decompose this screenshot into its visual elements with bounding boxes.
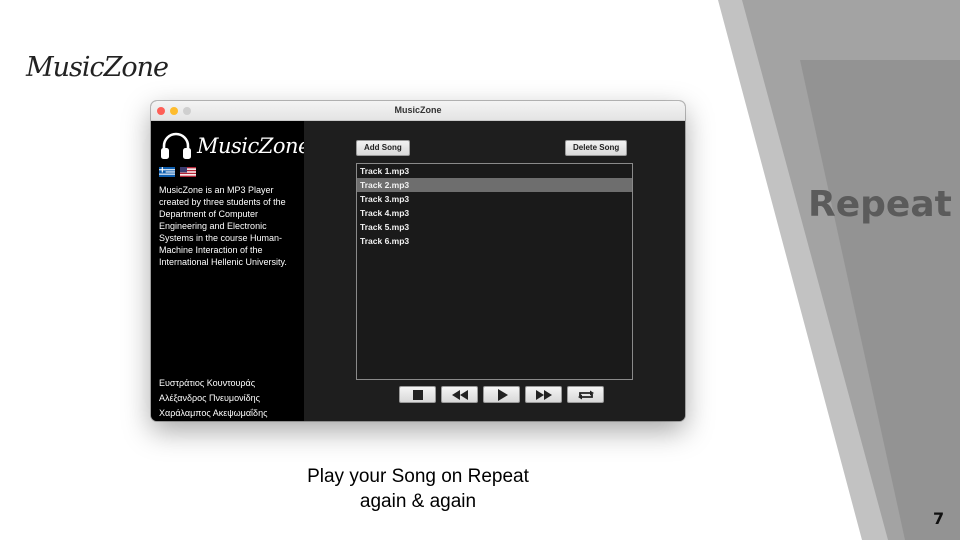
add-song-button[interactable]: Add Song [356, 140, 410, 156]
play-icon [497, 388, 508, 401]
fast-forward-button[interactable] [525, 386, 562, 403]
track-item-selected[interactable]: Track 2.mp3 [357, 178, 632, 192]
window-title: MusicZone [394, 105, 442, 115]
slide-logo: MusicZone [26, 52, 169, 83]
track-item[interactable]: Track 5.mp3 [357, 220, 632, 234]
author-name: Αλέξανδρος Πνευμονίδης [159, 393, 260, 403]
language-flags [159, 167, 201, 177]
greece-flag-icon[interactable] [159, 167, 175, 177]
page-number: 7 [933, 509, 945, 528]
fast-forward-icon [535, 389, 552, 400]
about-text: MusicZone is an MP3 Player created by th… [159, 185, 287, 267]
repeat-button[interactable] [567, 386, 604, 403]
title-bar[interactable]: MusicZone [151, 101, 685, 121]
app-brand: MusicZone [159, 131, 310, 161]
delete-song-button[interactable]: Delete Song [565, 140, 628, 156]
caption-line-1: Play your Song on Repeat [307, 466, 529, 487]
headphones-icon [161, 132, 191, 159]
track-item[interactable]: Track 6.mp3 [357, 234, 632, 248]
stop-icon [412, 389, 423, 400]
track-list[interactable]: Track 1.mp3 Track 2.mp3 Track 3.mp3 Trac… [356, 163, 633, 380]
caption: Play your Song on Repeat again & again [268, 464, 568, 514]
rewind-button[interactable] [441, 386, 478, 403]
app-title: MusicZone [197, 134, 310, 158]
app-window: MusicZone MusicZone MusicZone is an MP3 … [151, 101, 685, 421]
repeat-icon [577, 390, 594, 399]
caption-line-2: again & again [359, 491, 477, 512]
track-item[interactable]: Track 3.mp3 [357, 192, 632, 206]
track-item[interactable]: Track 1.mp3 [357, 164, 632, 178]
author-name: Ευστράτιος Κουντουράς [159, 378, 256, 388]
play-button[interactable] [483, 386, 520, 403]
track-item[interactable]: Track 4.mp3 [357, 206, 632, 220]
author-name: Χαράλαμπος Ακεψωμαΐδης [159, 408, 268, 418]
playback-controls [399, 386, 609, 403]
main-panel: Add Song Delete Song Track 1.mp3 Track 2… [304, 121, 685, 421]
stop-button[interactable] [399, 386, 436, 403]
sidebar: MusicZone MusicZone is an MP3 Player cre… [151, 121, 310, 421]
section-title: Repeat [808, 184, 952, 225]
usa-flag-icon[interactable] [180, 167, 196, 177]
authors-list: Ευστράτιος Κουντουράς Αλέξανδρος Πνευμον… [159, 376, 304, 421]
rewind-icon [451, 389, 468, 400]
